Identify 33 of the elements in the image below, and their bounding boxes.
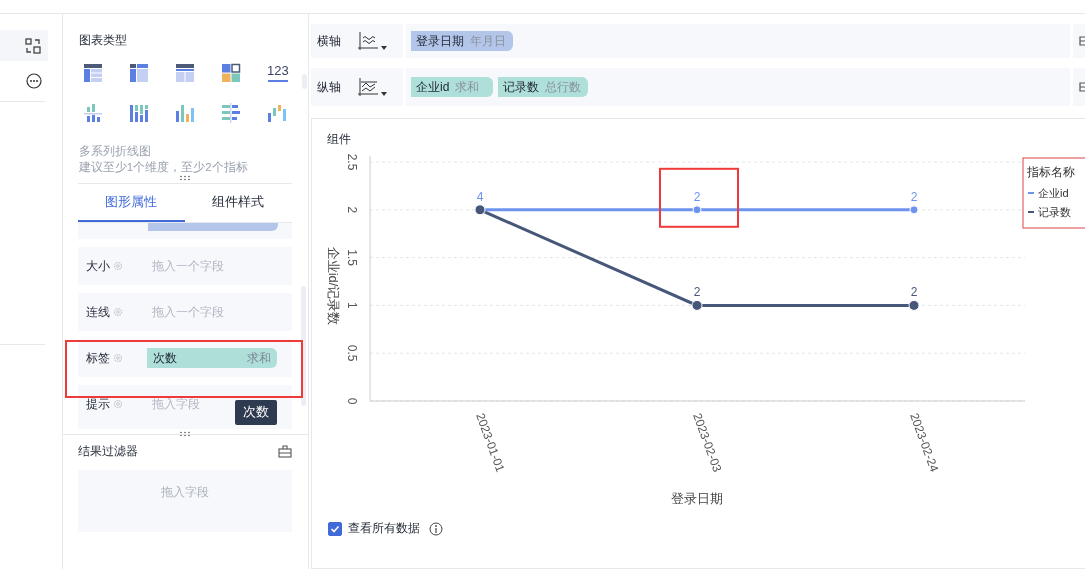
property-label: 连线 <box>85 303 110 321</box>
field-pill[interactable]: 记录数 总行数 <box>498 77 588 97</box>
section-title: 结果过滤器 <box>77 443 138 460</box>
property-label: 提示 <box>85 395 110 413</box>
y-tick-label: 2 <box>345 206 359 214</box>
y-tick-label: 0 <box>345 397 359 405</box>
y-tick-label: 0.5 <box>345 344 359 362</box>
component-title: 组件 <box>327 131 352 148</box>
field-pill[interactable]: 次数 求和 <box>146 348 277 368</box>
legend-label: 记录数 <box>1038 206 1071 218</box>
data-label: 2 <box>910 285 918 300</box>
field-pill[interactable]: 企业id 求和 <box>411 77 493 97</box>
tooltip: 次数 <box>234 400 277 425</box>
section-title: 图表类型 <box>78 32 128 49</box>
data-label: 2 <box>693 189 701 204</box>
checkbox-label: 查看所有数据 <box>348 520 420 537</box>
property-label: 标签 <box>85 349 110 367</box>
data-label: 2 <box>693 285 701 300</box>
y-tick-label: 2.5 <box>345 153 359 171</box>
tab[interactable]: 组件样式 <box>184 184 292 222</box>
axis-label: 纵轴 <box>317 78 342 96</box>
data-label: 2 <box>910 189 918 204</box>
field-pill[interactable]: 登录日期 年月日 <box>411 31 513 51</box>
legend-label: 企业id <box>1038 187 1069 199</box>
y-tick-label: 1 <box>345 302 359 309</box>
x-axis-title: 登录日期 <box>671 491 723 506</box>
axis-label: 横轴 <box>317 32 342 50</box>
y-tick-label: 1.5 <box>345 249 359 266</box>
data-label: 4 <box>476 189 484 204</box>
legend-title: 指标名称 <box>1027 165 1075 179</box>
y-axis-title: 企业id/记录数 <box>326 246 341 326</box>
property-label: 大小 <box>85 257 110 275</box>
chart-description: 多系列折线图 建议至少1个维度，至少2个指标 <box>78 144 249 175</box>
